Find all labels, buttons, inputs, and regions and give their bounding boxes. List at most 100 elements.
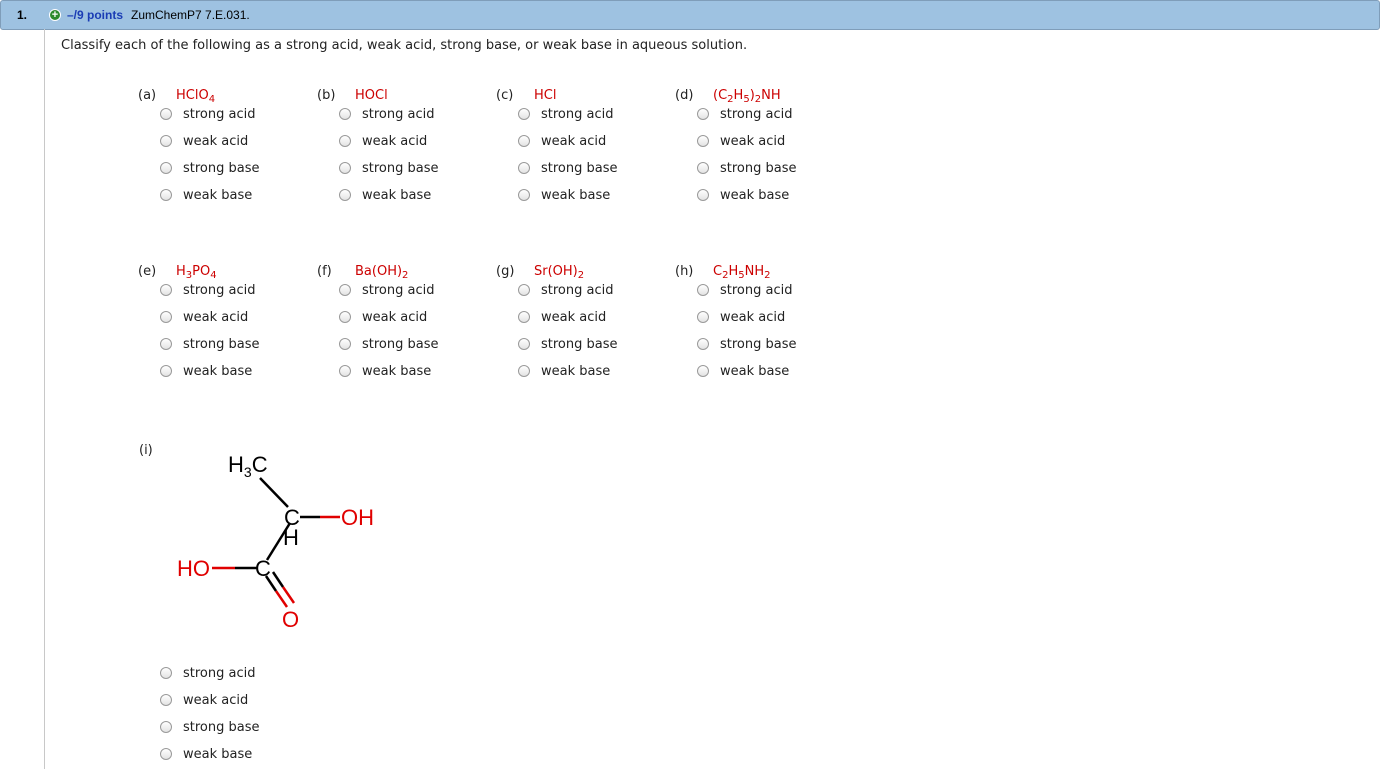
radio-button[interactable] (518, 338, 530, 350)
points-link[interactable]: –/9 points (67, 8, 123, 22)
option-label: weak acid (362, 134, 428, 149)
option-label: strong base (720, 337, 797, 352)
option-label: strong acid (541, 283, 614, 298)
part-formula: H3PO4 (176, 264, 217, 281)
radio-button[interactable] (697, 135, 709, 147)
atom-ho: HO (177, 556, 210, 581)
radio-button[interactable] (518, 189, 530, 201)
option-label: weak base (720, 188, 790, 203)
part-letter: (e) (138, 264, 157, 279)
part-f: (f) Ba(OH)2 strong acid weak acid strong bas… (317, 264, 487, 384)
radio-button[interactable] (339, 162, 351, 174)
radio-button[interactable] (160, 162, 172, 174)
radio-button[interactable] (160, 284, 172, 296)
radio-button[interactable] (160, 311, 172, 323)
part-letter: (h) (675, 264, 694, 279)
atom-h: H (283, 525, 299, 550)
part-formula: HOCl (355, 88, 388, 103)
part-formula: HClO4 (176, 88, 216, 105)
atom-h3c-h: H (228, 452, 244, 477)
radio-button[interactable] (339, 365, 351, 377)
part-formula: Ba(OH)2 (355, 264, 409, 281)
part-header: (c) HCl (496, 88, 556, 103)
part-b: (b) HOCl strong acid weak acid strong base we… (317, 88, 487, 208)
option-label: strong base (541, 337, 618, 352)
atom-h3c-sub: 3 (244, 464, 252, 480)
radio-button[interactable] (518, 135, 530, 147)
part-letter: (f) (317, 264, 332, 279)
part-letter: (b) (317, 88, 336, 103)
radio-button[interactable] (339, 311, 351, 323)
part-header: (b) HOCl (317, 88, 388, 103)
radio-button[interactable] (160, 748, 172, 760)
radio-button[interactable] (339, 338, 351, 350)
radio-button[interactable] (697, 311, 709, 323)
part-formula: (C2H5)2NH (713, 88, 781, 105)
radio-button[interactable] (160, 189, 172, 201)
option-label: strong acid (720, 107, 793, 122)
part-a: (a) HClO4 strong acid weak acid strong base w… (138, 88, 308, 208)
radio-button[interactable] (518, 311, 530, 323)
part-formula: HCl (534, 88, 557, 103)
radio-button[interactable] (160, 694, 172, 706)
radio-button[interactable] (160, 365, 172, 377)
option-label: weak base (541, 188, 611, 203)
part-header: (f) Ba(OH)2 (317, 264, 408, 281)
radio-button[interactable] (339, 189, 351, 201)
question-code: ZumChemP7 7.E.031. (131, 8, 250, 22)
radio-button[interactable] (160, 667, 172, 679)
part-letter: (g) (496, 264, 515, 279)
radio-button[interactable] (697, 284, 709, 296)
question-prompt: Classify each of the following as a stro… (61, 38, 748, 53)
radio-button[interactable] (339, 108, 351, 120)
option-label: strong acid (541, 107, 614, 122)
option-label: strong acid (362, 107, 435, 122)
radio-button[interactable] (339, 135, 351, 147)
radio-button[interactable] (697, 365, 709, 377)
option-label: strong acid (183, 666, 256, 681)
radio-button[interactable] (339, 284, 351, 296)
part-header: (d) (C2H5)2NH (675, 88, 781, 105)
atom-oh1: OH (341, 505, 374, 530)
radio-button[interactable] (697, 162, 709, 174)
part-header: (h) C2H5NH2 (675, 264, 770, 281)
option-label: strong acid (183, 107, 256, 122)
option-label: strong base (541, 161, 618, 176)
option-label: weak base (183, 747, 253, 762)
radio-button[interactable] (160, 108, 172, 120)
atom-h3c-c: C (252, 452, 268, 477)
option-label: strong base (183, 161, 260, 176)
option-label: weak base (362, 364, 432, 379)
option-label: weak acid (183, 693, 249, 708)
radio-button[interactable] (697, 189, 709, 201)
part-c: (c) HCl strong acid weak acid strong base wea… (496, 88, 666, 208)
part-h: (h) C2H5NH2 strong acid weak acid strong bas… (675, 264, 845, 384)
part-letter: (d) (675, 88, 694, 103)
option-label: weak base (720, 364, 790, 379)
part-d: (d) (C2H5)2NH strong acid weak acid strong b… (675, 88, 845, 208)
option-label: weak acid (541, 310, 607, 325)
radio-button[interactable] (160, 338, 172, 350)
expand-plus-icon[interactable]: + (49, 9, 61, 21)
question-number: 1. (17, 8, 28, 22)
radio-button[interactable] (160, 721, 172, 733)
part-formula: Sr(OH)2 (534, 264, 585, 281)
left-divider (44, 29, 45, 769)
question-header: 1. + –/9 points ZumChemP7 7.E.031. (0, 0, 1380, 30)
lactic-acid-structure: H3C C OH H HO C O (177, 452, 374, 632)
bond-co-1-red (274, 590, 289, 608)
radio-button[interactable] (160, 135, 172, 147)
option-label: weak base (541, 364, 611, 379)
radio-button[interactable] (518, 284, 530, 296)
radio-button[interactable] (518, 108, 530, 120)
radio-button[interactable] (518, 365, 530, 377)
option-label: strong base (362, 161, 439, 176)
radio-button[interactable] (697, 338, 709, 350)
part-e: (e) H3PO4 strong acid weak acid strong base w… (138, 264, 308, 384)
option-label: strong base (362, 337, 439, 352)
radio-button[interactable] (697, 108, 709, 120)
radio-button[interactable] (518, 162, 530, 174)
part-formula: C2H5NH2 (713, 264, 771, 281)
option-label: strong acid (720, 283, 793, 298)
option-label: strong acid (183, 283, 256, 298)
